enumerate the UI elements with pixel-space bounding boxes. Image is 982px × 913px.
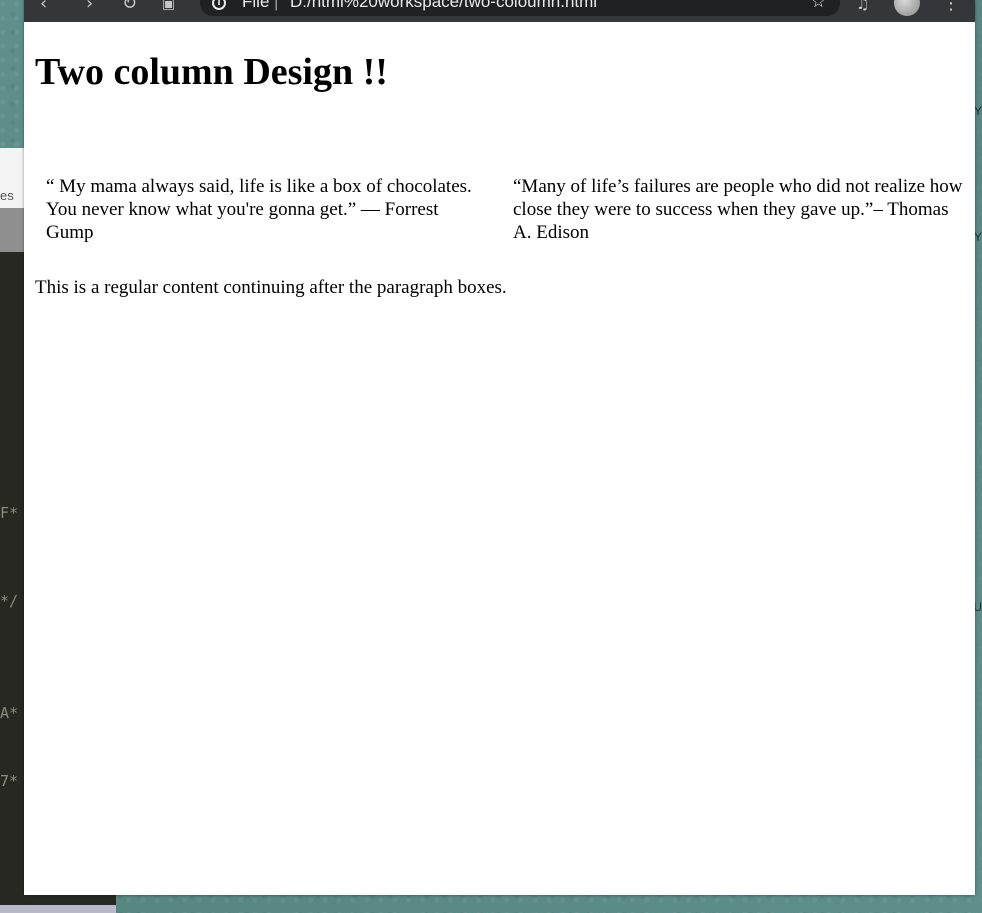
browser-window: ‹ › ↻ ▣ i File | D:/html%20workspace/two… xyxy=(24,0,975,895)
background-window-text: Y xyxy=(973,104,982,118)
back-arrow-icon[interactable]: ‹ xyxy=(40,0,47,14)
regular-content-paragraph: This is a regular content continuing aft… xyxy=(35,277,507,298)
page-content: Two column Design !! “ My mama always sa… xyxy=(24,22,975,895)
browser-toolbar: ‹ › ↻ ▣ i File | D:/html%20workspace/two… xyxy=(24,0,975,22)
code-line: F* xyxy=(0,504,19,522)
forward-arrow-icon[interactable]: › xyxy=(86,0,93,14)
editor-tab-label: es xyxy=(0,188,14,203)
address-separator: | xyxy=(274,0,279,11)
code-line: A* xyxy=(0,704,19,722)
star-icon[interactable]: ☆ xyxy=(811,0,826,12)
code-line: 7* xyxy=(0,772,19,790)
code-line: */ xyxy=(0,592,19,610)
page-title: Two column Design !! xyxy=(35,51,388,93)
reload-icon[interactable]: ↻ xyxy=(122,0,137,14)
media-control-icon[interactable]: ♫ xyxy=(856,0,869,14)
home-icon[interactable]: ▣ xyxy=(162,0,175,14)
avatar[interactable] xyxy=(894,0,920,16)
quote-left-column: “ My mama always said, life is like a bo… xyxy=(46,176,472,243)
quote-right-column: “Many of life’s failures are people who … xyxy=(513,176,963,243)
editor-bottom-strip xyxy=(0,905,116,913)
info-icon[interactable]: i xyxy=(212,0,226,10)
address-bar[interactable]: i File | D:/html%20workspace/two-coloumn… xyxy=(200,0,840,16)
address-url[interactable]: D:/html%20workspace/two-coloumn.html xyxy=(290,0,597,12)
address-scheme: File xyxy=(242,0,270,11)
more-vert-icon[interactable]: ⋮ xyxy=(942,0,960,14)
background-window-text: Y xyxy=(973,230,982,244)
